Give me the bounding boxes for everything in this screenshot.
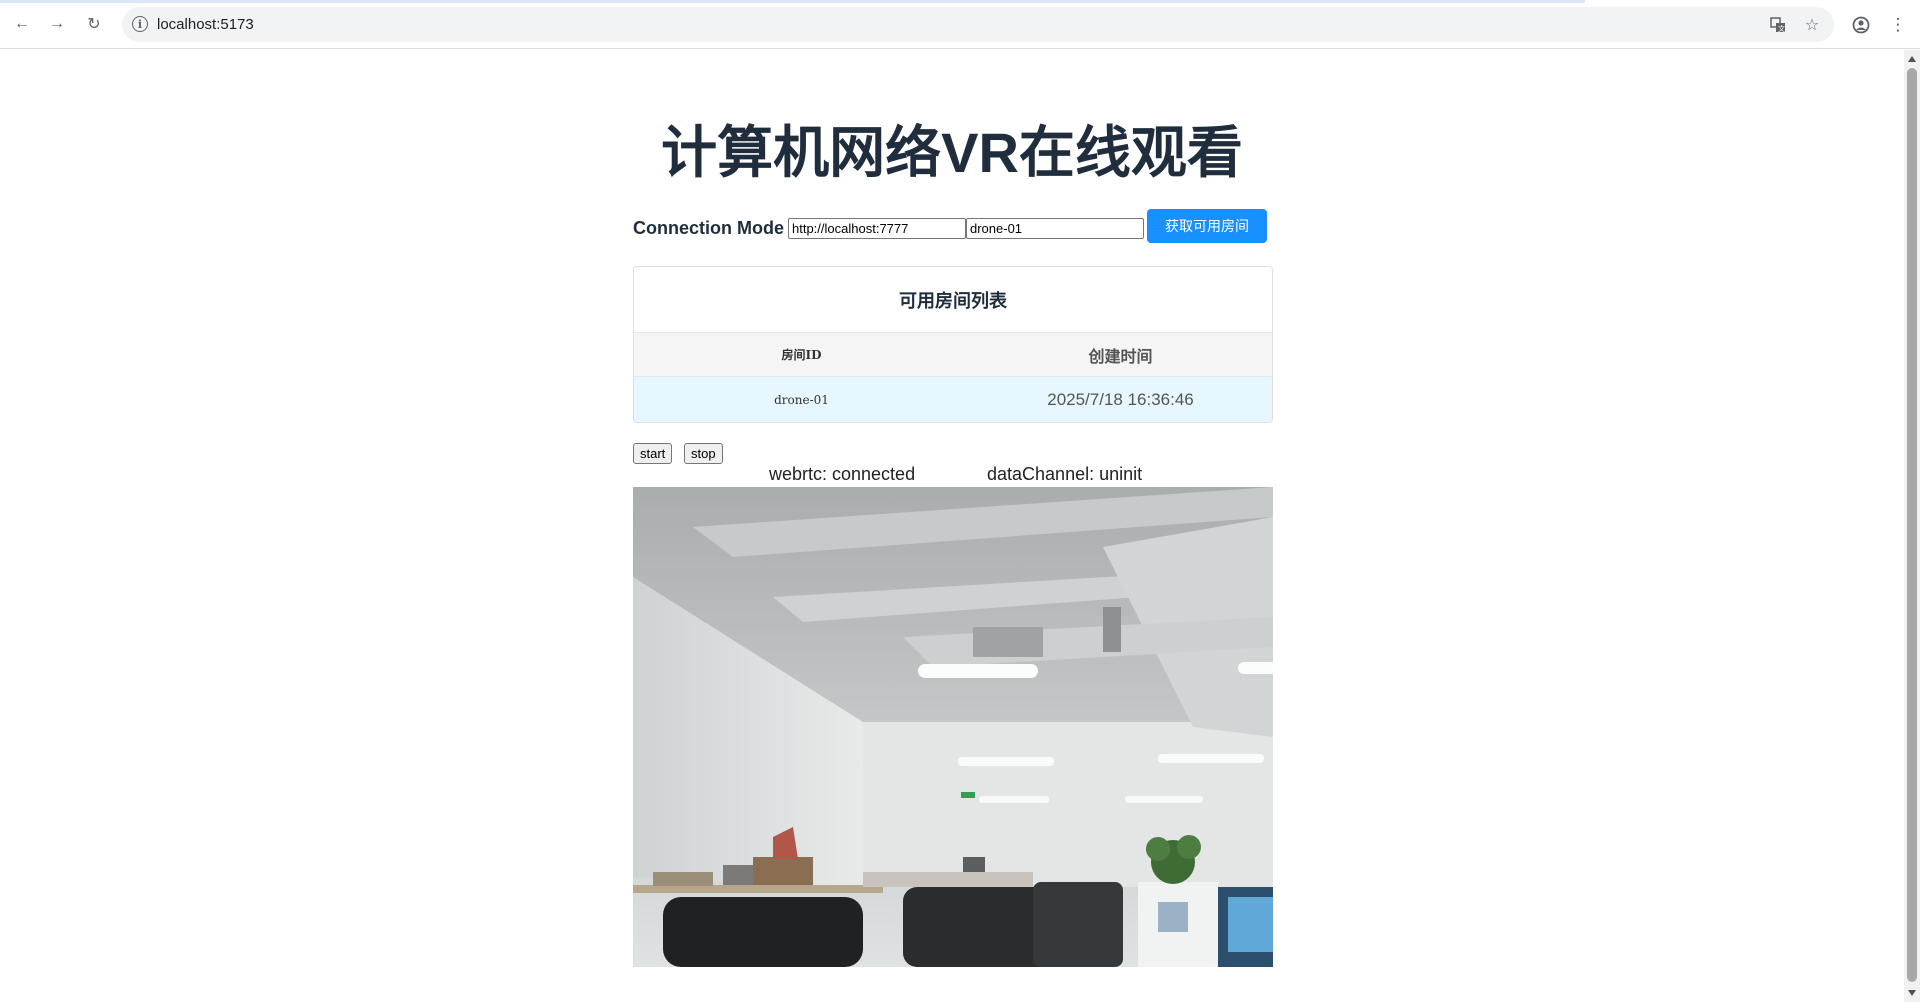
reload-icon[interactable]: ↻ (82, 12, 106, 36)
created-time-cell: 2025/7/18 16:36:46 (1047, 389, 1194, 409)
svg-text:文: 文 (1778, 24, 1785, 33)
stop-button[interactable]: stop (684, 443, 723, 464)
room-list-card: 可用房间列表 房间ID 创建时间 drone-01 2025/7/18 16:3… (633, 266, 1273, 423)
video-stream[interactable] (633, 487, 1273, 967)
start-button[interactable]: start (633, 443, 673, 464)
forward-icon[interactable]: → (45, 12, 69, 36)
page-title: 计算机网络VR在线观看 (661, 121, 1243, 184)
webrtc-status: webrtc: connected (769, 464, 916, 484)
connection-mode-label: Connection Mode (633, 217, 784, 238)
menu-kebab-icon[interactable]: ⋮ (1886, 13, 1910, 37)
room-id-cell: drone-01 (774, 392, 829, 407)
connection-row: Connection Mode (633, 213, 1144, 243)
scroll-thumb[interactable] (1907, 68, 1917, 982)
translate-icon[interactable]: 文 (1768, 15, 1788, 35)
table-row[interactable]: drone-01 2025/7/18 16:36:46 (634, 377, 1272, 422)
room-table-header: 房间ID 创建时间 (634, 332, 1272, 377)
server-url-input[interactable] (788, 217, 966, 239)
address-bar[interactable]: i localhost:5173 文 ☆ (122, 7, 1834, 42)
column-header-room-id: 房间ID (781, 348, 822, 362)
page-scrollbar[interactable] (1904, 50, 1920, 1002)
fetch-rooms-button[interactable]: 获取可用房间 (1147, 209, 1267, 243)
site-info-icon[interactable]: i (132, 16, 148, 32)
datachannel-status: dataChannel: uninit (987, 464, 1143, 484)
page-load-bar (0, 0, 1585, 3)
scroll-up-arrow-icon[interactable] (1908, 56, 1916, 62)
column-header-created-time: 创建时间 (1088, 346, 1153, 366)
bookmark-star-icon[interactable]: ☆ (1802, 15, 1822, 35)
address-url[interactable]: localhost:5173 (157, 16, 254, 33)
room-id-input[interactable] (966, 217, 1144, 239)
profile-icon[interactable] (1849, 13, 1873, 37)
room-list-title: 可用房间列表 (899, 290, 1007, 312)
scroll-down-arrow-icon[interactable] (1908, 990, 1916, 996)
browser-toolbar: ← → ↻ i localhost:5173 文 ☆ ⋮ (0, 0, 1920, 49)
back-icon[interactable]: ← (10, 12, 34, 36)
